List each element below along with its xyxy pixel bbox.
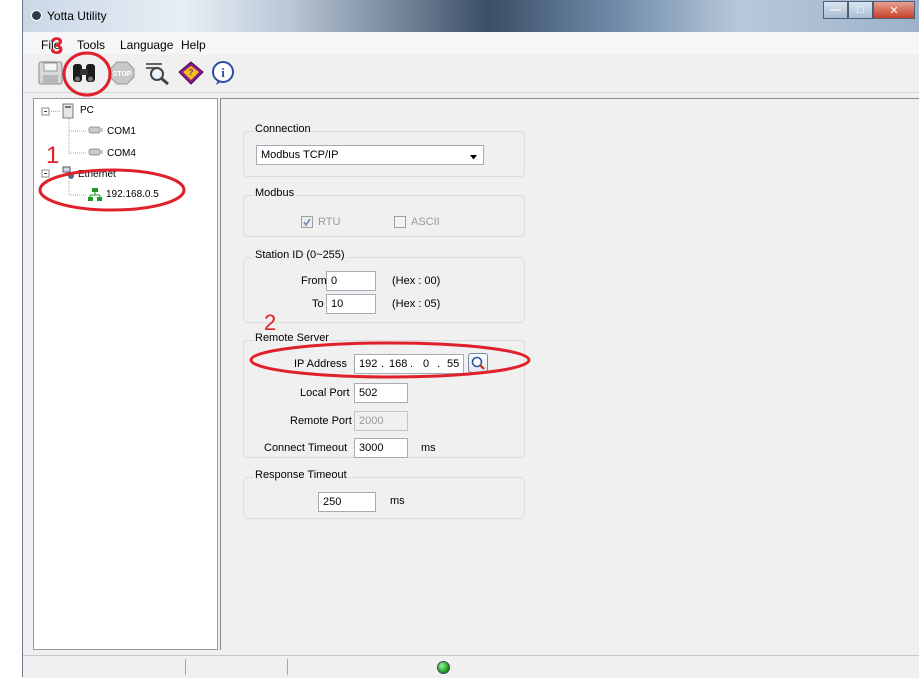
info-icon[interactable]: i <box>209 60 237 86</box>
tree-node-pc[interactable]: PC <box>80 105 94 116</box>
modbus-group: Modbus RTU ASCII <box>243 187 525 237</box>
menu-help[interactable]: Help <box>181 38 206 52</box>
ip-octet-1: 192 <box>359 358 378 370</box>
ip-octet-3: 0 <box>423 358 430 370</box>
magnifier-icon <box>471 356 485 370</box>
modbus-title: Modbus <box>254 187 296 199</box>
serial-port-icon <box>88 124 104 139</box>
connection-group: Connection Modbus TCP/IP <box>243 123 525 177</box>
response-timeout-input[interactable]: 250 <box>318 492 376 512</box>
help-book-icon[interactable]: ? <box>177 60 205 86</box>
status-led-icon <box>437 661 450 674</box>
connection-select[interactable]: Modbus TCP/IP <box>256 145 484 165</box>
connection-title: Connection <box>255 123 311 135</box>
local-port-input[interactable]: 502 <box>354 383 408 403</box>
ascii-checkbox[interactable] <box>394 216 406 228</box>
from-hex: (Hex : 00) <box>392 275 441 287</box>
ip-search-button[interactable] <box>468 353 488 373</box>
window-title: Yotta Utility <box>47 9 107 23</box>
ip-address-input[interactable]: 192 . 168 . 0 . 55 <box>354 354 464 374</box>
title-bar: Yotta Utility — □ ✕ <box>23 0 919 32</box>
connect-timeout-input[interactable]: 3000 <box>354 438 408 458</box>
save-icon[interactable] <box>37 60 65 86</box>
svg-text:?: ? <box>189 68 194 77</box>
ascii-label: ASCII <box>411 216 440 228</box>
window-controls: — □ ✕ <box>823 1 915 19</box>
pc-icon <box>62 103 74 122</box>
response-timeout-unit: ms <box>390 495 405 507</box>
ip-address-label: IP Address <box>294 358 347 370</box>
tree-node-ethernet[interactable]: Ethernet <box>78 169 116 180</box>
from-input[interactable]: 0 <box>326 271 376 291</box>
connect-timeout-unit: ms <box>421 442 436 454</box>
ip-octet-4: 55 <box>447 358 460 370</box>
stop-icon[interactable]: STOP <box>108 60 136 86</box>
minimize-button[interactable]: — <box>823 1 848 19</box>
response-timeout-title: Response Timeout <box>254 469 348 481</box>
close-button[interactable]: ✕ <box>873 1 915 19</box>
from-label: From <box>301 275 327 287</box>
svg-text:i: i <box>221 65 225 80</box>
to-hex: (Hex : 05) <box>392 298 441 310</box>
app-window: Yotta Utility — □ ✕ File Tools Language … <box>22 0 919 678</box>
tree-node-device[interactable]: 192.168.0.5 <box>106 189 159 200</box>
device-network-icon <box>88 188 102 205</box>
tree-node-com1[interactable]: COM1 <box>107 126 136 137</box>
status-bar <box>23 655 919 678</box>
zoom-scan-icon[interactable] <box>143 60 171 86</box>
remote-port-input: 2000 <box>354 411 408 431</box>
chevron-down-icon <box>470 151 477 163</box>
network-icon <box>62 166 76 183</box>
rtu-checkbox[interactable] <box>301 216 313 228</box>
device-tree: PC COM1 COM4 Ethernet 192.168.0.5 <box>33 98 218 650</box>
to-input[interactable]: 10 <box>326 294 376 314</box>
remote-port-label: Remote Port <box>290 415 352 427</box>
to-label: To <box>312 298 324 310</box>
response-timeout-group: Response Timeout 250 ms <box>243 469 525 519</box>
ip-octet-2: 168 <box>389 358 408 370</box>
settings-panel: Connection Modbus TCP/IP Modbus RTU ASCI… <box>220 98 919 650</box>
rtu-label: RTU <box>318 216 341 228</box>
svg-text:STOP: STOP <box>113 71 132 78</box>
maximize-button[interactable]: □ <box>848 1 873 19</box>
search-device-icon[interactable] <box>70 60 98 86</box>
connect-timeout-label: Connect Timeout <box>264 442 348 454</box>
tree-node-com4[interactable]: COM4 <box>107 148 136 159</box>
menu-bar: File Tools Language Help <box>23 32 919 54</box>
station-id-group: Station ID (0~255) From 0 (Hex : 00) To … <box>243 249 525 323</box>
connection-selected: Modbus TCP/IP <box>261 149 339 161</box>
local-port-label: Local Port <box>300 387 350 399</box>
app-icon <box>31 10 42 21</box>
serial-port-icon <box>88 146 104 161</box>
toolbar: STOP ? i <box>23 54 919 93</box>
annotation-number-1: 1 <box>46 142 60 169</box>
annotation-number-2: 2 <box>264 310 277 335</box>
remote-server-group: Remote Server IP Address 192 . 168 . 0 .… <box>243 332 525 458</box>
annotation-number-3: 3 <box>50 33 64 60</box>
menu-tools[interactable]: Tools <box>77 38 105 52</box>
station-id-title: Station ID (0~255) <box>254 249 346 261</box>
menu-language[interactable]: Language <box>120 38 173 52</box>
